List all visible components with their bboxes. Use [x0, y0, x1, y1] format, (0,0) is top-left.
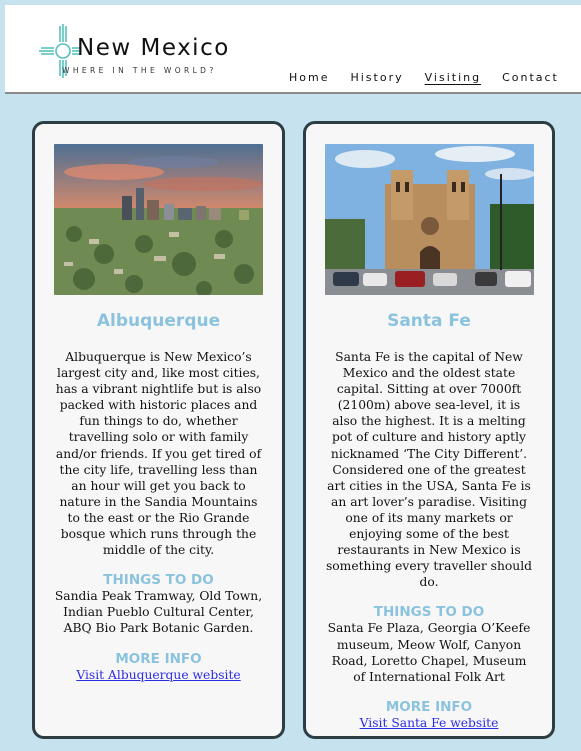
site-brand[interactable]: New Mexico [77, 35, 230, 61]
city-title: Santa Fe [387, 311, 471, 331]
city-body: Albuquerque is New Mexico’s largest city… [53, 349, 264, 683]
nav-history[interactable]: History [350, 71, 403, 84]
city-description: Albuquerque is New Mexico’s largest city… [55, 350, 262, 558]
more-info-heading: MORE INFO [115, 650, 202, 667]
city-description: Santa Fe is the capital of New Mexico an… [325, 350, 533, 590]
santa-fe-photo [325, 144, 534, 295]
nav-home[interactable]: Home [289, 71, 329, 84]
nav-contact[interactable]: Contact [502, 71, 559, 84]
nav-visiting[interactable]: Visiting [425, 71, 481, 84]
albuquerque-photo [54, 144, 263, 295]
visit-website-link[interactable]: Visit Santa Fe website [360, 716, 499, 730]
things-to-do-heading: THINGS TO DO [373, 604, 485, 621]
more-info-heading: MORE INFO [385, 698, 473, 715]
things-to-do-list: Sandia Peak Tramway, Old Town, Indian Pu… [54, 589, 263, 636]
main-nav: Home History Visiting Contact [289, 71, 580, 84]
city-card-albuquerque: Albuquerque Albuquerque is New Mexico’s … [32, 121, 285, 739]
city-body: Santa Fe is the capital of New Mexico an… [324, 349, 534, 731]
things-to-do-list: Santa Fe Plaza, Georgia O’Keefe museum, … [327, 621, 531, 684]
site-tagline: WHERE IN THE WORLD? [62, 66, 217, 75]
site-header: New Mexico WHERE IN THE WORLD? Home Hist… [5, 5, 581, 94]
city-title: Albuquerque [96, 311, 221, 331]
visit-website-link[interactable]: Visit Albuquerque website [76, 668, 240, 682]
things-to-do-heading: THINGS TO DO [103, 572, 214, 589]
city-card-santa-fe: Santa Fe Santa Fe is the capital of New … [303, 121, 555, 739]
